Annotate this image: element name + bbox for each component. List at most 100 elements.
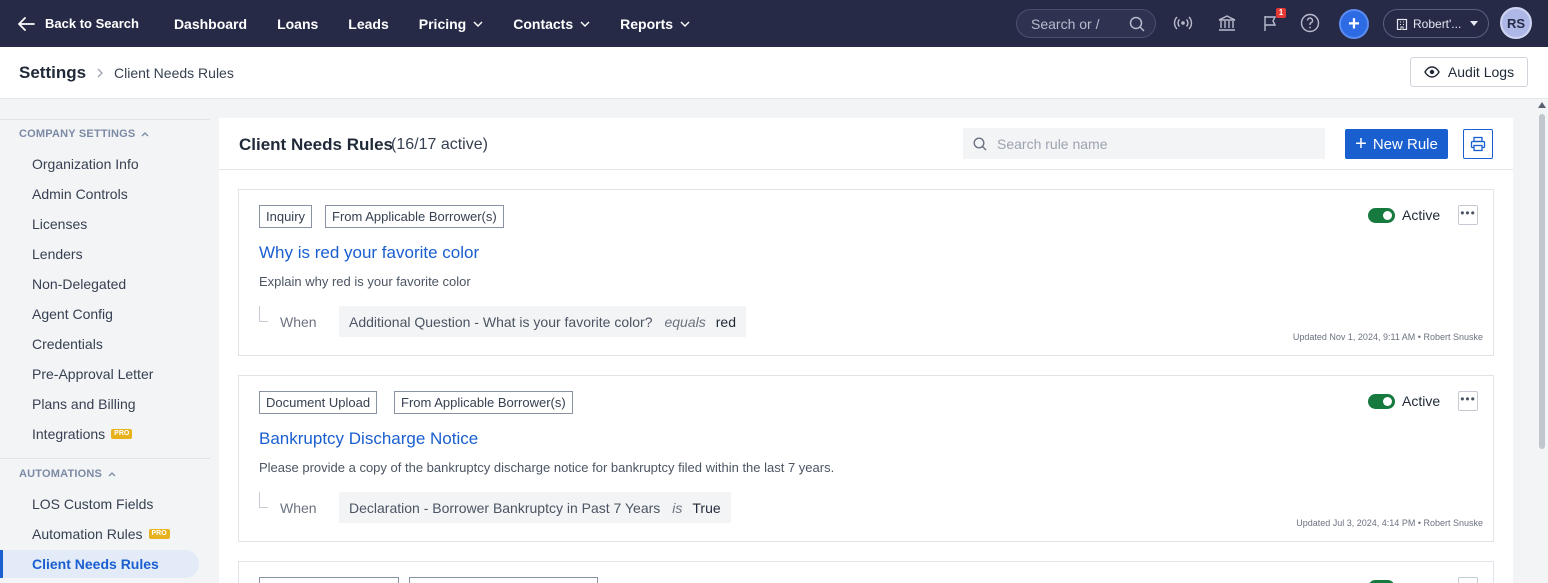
sidebar-item-los-custom-fields[interactable]: LOS Custom Fields <box>32 496 153 512</box>
ellipsis-icon: ••• <box>1460 391 1476 406</box>
more-options-button[interactable]: ••• <box>1458 205 1478 225</box>
nav-dashboard-label: Dashboard <box>173 15 248 32</box>
sidebar-item-admin-controls[interactable]: Admin Controls <box>32 186 128 202</box>
when-label: When <box>280 314 317 330</box>
header-divider <box>219 169 1513 170</box>
active-toggle[interactable] <box>1368 208 1395 223</box>
audit-logs-label: Audit Logs <box>1447 64 1515 80</box>
sidebar-item-plans-and-billing[interactable]: Plans and Billing <box>32 396 136 412</box>
sidebar-item-integrations[interactable]: Integrations PRO <box>32 426 133 442</box>
user-avatar[interactable]: RS <box>1500 7 1532 39</box>
sidebar-divider <box>0 458 210 459</box>
building-icon <box>1396 18 1408 30</box>
page-scrollbar[interactable] <box>1536 99 1548 583</box>
quick-add-button[interactable]: + <box>1339 9 1369 39</box>
print-button[interactable] <box>1463 129 1493 159</box>
nav-leads-label: Leads <box>348 15 389 32</box>
sidebar-item-licenses[interactable]: Licenses <box>32 216 87 232</box>
arrow-left-icon <box>18 16 35 31</box>
nav-contacts-label: Contacts <box>513 15 574 32</box>
broadcast-icon[interactable] <box>1173 13 1193 33</box>
sidebar-item-label: Admin Controls <box>32 186 128 202</box>
sidebar-item-label: Organization Info <box>32 156 139 172</box>
rule-search-input[interactable]: Search rule name <box>963 128 1325 159</box>
condition-field: Additional Question - What is your favor… <box>349 313 653 330</box>
condition-value: True <box>692 499 721 516</box>
chevron-down-icon <box>580 21 590 27</box>
sidebar-item-label: Lenders <box>32 246 83 262</box>
sidebar-item-label: Pre-Approval Letter <box>32 366 154 382</box>
rule-scope-tag: From Applicable Borrower(s) <box>325 205 504 228</box>
section-header-company-settings[interactable]: COMPANY SETTINGS <box>19 128 149 140</box>
rule-description: Please provide a copy of the bankruptcy … <box>259 460 835 475</box>
section-header-automations[interactable]: AUTOMATIONS <box>19 468 116 480</box>
chevron-down-icon <box>680 21 690 27</box>
rule-condition: Declaration - Borrower Bankruptcy in Pas… <box>339 492 731 523</box>
sidebar-item-label: LOS Custom Fields <box>32 496 154 512</box>
sidebar-item-label: Automation Rules <box>32 526 143 542</box>
condition-operator: equals <box>664 313 706 330</box>
updated-info: Updated Jul 3, 2024, 4:14 PM • Robert Sn… <box>1296 518 1483 528</box>
nav-pricing[interactable]: Pricing <box>419 16 483 32</box>
rule-scope-tag <box>409 577 598 583</box>
rule-scope-tag: From Applicable Borrower(s) <box>394 391 573 414</box>
when-label: When <box>280 500 317 516</box>
bank-icon[interactable] <box>1217 13 1237 33</box>
active-status-label: Active <box>1402 393 1441 409</box>
rule-type-tag <box>259 577 399 583</box>
pro-badge: PRO <box>148 529 170 539</box>
sidebar-item-pre-approval-letter[interactable]: Pre-Approval Letter <box>32 366 153 382</box>
organization-selector[interactable]: Robert'... <box>1383 9 1489 38</box>
sidebar-item-credentials[interactable]: Credentials <box>32 336 103 352</box>
nav-leads[interactable]: Leads <box>348 16 388 32</box>
sidebar-item-agent-config[interactable]: Agent Config <box>32 306 113 322</box>
sidebar-item-label: Licenses <box>32 216 88 232</box>
main-nav: Dashboard Loans Leads Pricing Contacts R… <box>174 16 720 32</box>
nav-contacts[interactable]: Contacts <box>513 16 590 32</box>
rule-title-link[interactable]: Bankruptcy Discharge Notice <box>259 429 478 449</box>
more-options-button[interactable] <box>1458 577 1478 583</box>
sidebar-item-lenders[interactable]: Lenders <box>32 246 83 262</box>
sidebar-item-non-delegated[interactable]: Non-Delegated <box>32 276 126 292</box>
condition-connector <box>259 492 268 508</box>
new-rule-label: New Rule <box>1372 135 1438 153</box>
global-search-input[interactable]: Search or / <box>1016 9 1156 38</box>
breadcrumb-settings[interactable]: Settings <box>19 63 86 83</box>
scroll-up-arrow-icon[interactable] <box>1538 102 1546 108</box>
breadcrumb-current: Client Needs Rules <box>114 65 234 81</box>
sidebar-item-client-needs-rules[interactable]: Client Needs Rules <box>32 556 159 572</box>
new-rule-button[interactable]: + New Rule <box>1345 129 1448 159</box>
plus-icon: + <box>1355 133 1367 155</box>
active-status-label: Active <box>1402 207 1441 223</box>
search-icon <box>973 137 987 151</box>
active-toggle[interactable] <box>1368 394 1395 409</box>
rule-type-tag: Inquiry <box>259 205 313 228</box>
sidebar-item-label: Non-Delegated <box>32 276 127 292</box>
rules-panel: Client Needs Rules (16/17 active) Search… <box>219 118 1513 583</box>
updated-info: Updated Nov 1, 2024, 9:11 AM • Robert Sn… <box>1292 332 1483 342</box>
chevron-down-icon <box>473 21 483 27</box>
sidebar-item-organization-info[interactable]: Organization Info <box>32 156 139 172</box>
condition-field: Declaration - Borrower Bankruptcy in Pas… <box>349 499 661 516</box>
rule-title-link[interactable]: Why is red your favorite color <box>259 243 479 263</box>
more-options-button[interactable]: ••• <box>1458 391 1478 411</box>
nav-loans[interactable]: Loans <box>277 16 318 32</box>
help-icon[interactable] <box>1300 13 1320 33</box>
sidebar-item-label: Credentials <box>32 336 103 352</box>
rule-description: Explain why red is your favorite color <box>259 274 471 289</box>
pro-badge: PRO <box>111 429 133 439</box>
nav-reports[interactable]: Reports <box>620 16 690 32</box>
scrollbar-thumb[interactable] <box>1539 114 1545 449</box>
ellipsis-icon: ••• <box>1460 205 1476 220</box>
back-to-search-label: Back to Search <box>45 16 139 31</box>
rule-search-placeholder: Search rule name <box>997 135 1108 152</box>
sidebar-item-label: Plans and Billing <box>32 396 136 412</box>
sidebar-item-automation-rules[interactable]: Automation Rules PRO <box>32 526 170 542</box>
back-to-search-link[interactable]: Back to Search <box>18 16 139 31</box>
nav-pricing-label: Pricing <box>418 15 467 32</box>
sidebar-item-label: Agent Config <box>32 306 113 322</box>
nav-reports-label: Reports <box>620 15 674 32</box>
audit-logs-button[interactable]: Audit Logs <box>1410 57 1528 87</box>
top-navigation-bar: Back to Search Dashboard Loans Leads Pri… <box>0 0 1548 47</box>
nav-dashboard[interactable]: Dashboard <box>174 16 247 32</box>
